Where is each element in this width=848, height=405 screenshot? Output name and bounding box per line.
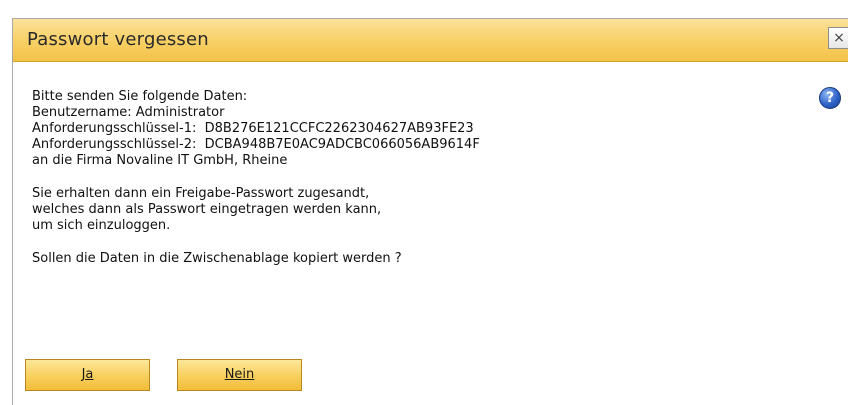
message-line-info-1: Sie erhalten dann ein Freigabe-Passwort …	[32, 186, 370, 201]
message-line-key-2: Anforderungsschlüssel-2: DCBA948B7E0AC9A…	[32, 137, 480, 152]
message-line-company: an die Firma Novaline IT GmbH, Rheine	[32, 153, 288, 168]
message-line-intro: Bitte senden Sie folgende Daten:	[32, 89, 248, 104]
message-line-info-2: welches dann als Passwort eingetragen we…	[32, 202, 382, 217]
yes-button[interactable]: Ja	[25, 359, 150, 391]
help-icon[interactable]: ?	[819, 87, 841, 109]
message-line-info-3: um sich einzuloggen.	[32, 218, 171, 233]
dialog-titlebar: Passwort vergessen	[13, 19, 848, 62]
dialog-message: Bitte senden Sie folgende Daten: Benutze…	[32, 89, 792, 267]
message-line-key-1: Anforderungsschlüssel-1: D8B276E121CCFC2…	[32, 121, 474, 136]
message-line-question: Sollen die Daten in die Zwischenablage k…	[32, 251, 402, 266]
close-icon[interactable]: ×	[828, 27, 848, 49]
dialog-title: Passwort vergessen	[27, 29, 209, 50]
message-line-username: Benutzername: Administrator	[32, 105, 225, 120]
forgot-password-dialog: Passwort vergessen × ? Bitte senden Sie …	[12, 18, 848, 405]
no-button[interactable]: Nein	[177, 359, 302, 391]
